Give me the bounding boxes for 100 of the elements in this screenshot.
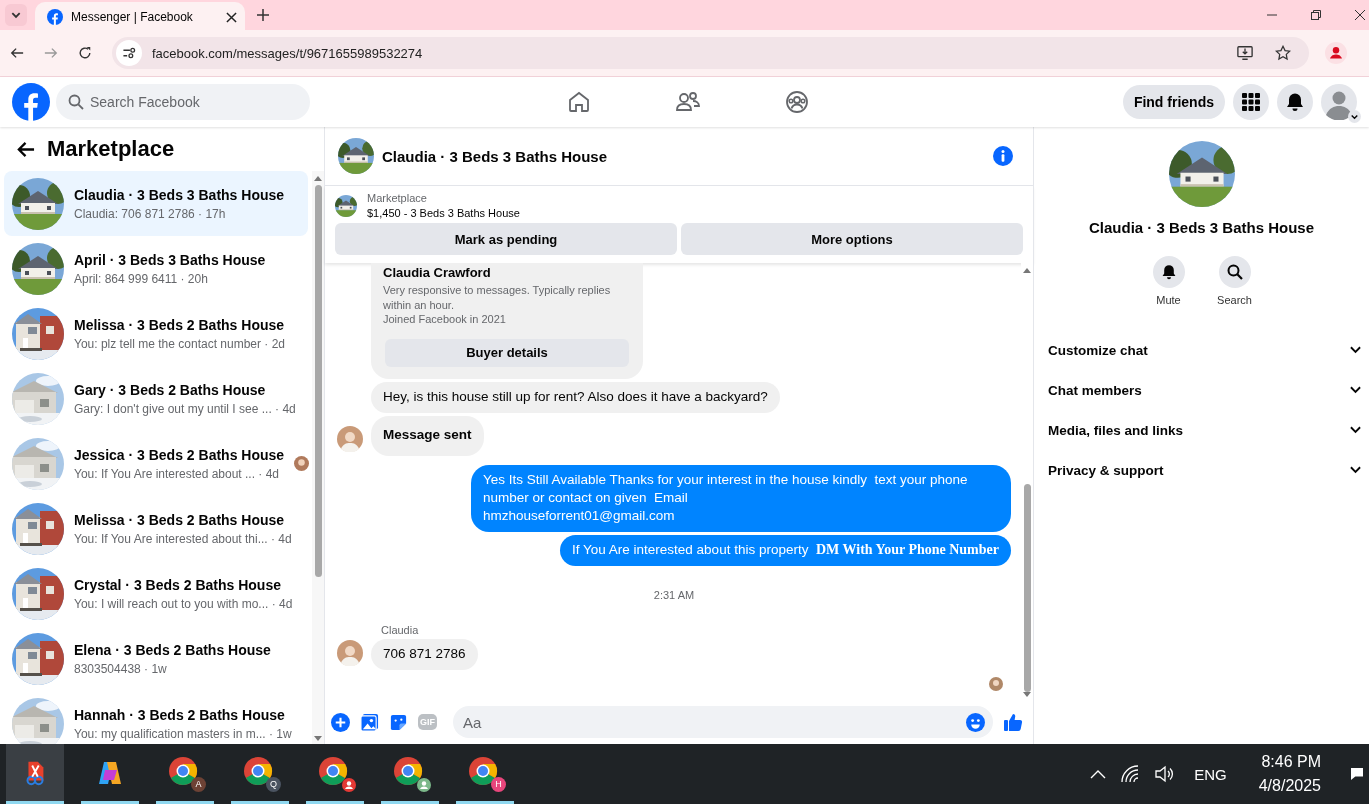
avatar-icon [1321, 84, 1357, 120]
profile-icon[interactable] [1325, 42, 1347, 64]
message-preview: You: plz tell me the contact number · 2d [74, 336, 286, 351]
action-label: Mute [1156, 294, 1181, 306]
chrome-icon [318, 755, 348, 786]
conversation-item[interactable]: Melissa · 3 Beds 2 Baths House You: plz tell me the contact number · 2d [4, 301, 308, 366]
conversation-name: Hannah · 3 Beds 2 Baths House [74, 706, 286, 723]
section-title: Media, files and links [1048, 422, 1184, 438]
section-title: Chat members [1048, 382, 1142, 398]
scroll-up-icon[interactable] [1023, 267, 1031, 273]
bell-icon [1160, 264, 1177, 280]
conversation-item[interactable]: April · 3 Beds 3 Baths House April: 864 999 6411 · 20h [4, 236, 308, 301]
buyer-details-button[interactable]: Buyer details [385, 338, 629, 367]
chrome-icon [468, 755, 498, 786]
back-arrow-icon[interactable] [10, 46, 24, 60]
buyer-description: Very responsive to messages. Typically replies within an hour. [383, 283, 612, 312]
message-preview: Claudia: 706 871 2786 · 17h [74, 206, 227, 221]
search-icon [68, 94, 84, 110]
restore-icon[interactable] [1311, 10, 1321, 20]
site-settings-icon[interactable] [116, 40, 142, 66]
section-header[interactable]: Privacy & support [1034, 450, 1369, 490]
taskbar-app[interactable] [6, 744, 64, 804]
message-preview: You: If You Are interested about ... · 4d [74, 466, 281, 481]
grid-icon [1242, 93, 1260, 111]
section-header[interactable]: Media, files and links [1034, 410, 1369, 450]
close-icon[interactable] [226, 11, 237, 23]
section-header[interactable]: Customize chat [1034, 330, 1369, 370]
browser-tab[interactable]: Messenger | Facebook [35, 2, 245, 32]
search-button[interactable] [1218, 256, 1251, 288]
message-input[interactable]: Aa [453, 706, 993, 738]
conversation-item[interactable]: Jessica · 3 Beds 2 Baths House You: If You Are interested about ... · 4d [4, 431, 308, 496]
chevron-up-icon[interactable] [1090, 769, 1107, 779]
message-preview: You: If You Are interested about thi... · 4d [74, 531, 293, 546]
tab-title: Messenger | Facebook [71, 10, 194, 24]
scrollbar-thumb[interactable] [1023, 484, 1031, 692]
clock-date[interactable]: 4/8/2025 [1258, 777, 1321, 795]
url-text: facebook.com/messages/t/9671655989532274 [152, 45, 423, 61]
wifi-icon[interactable] [1120, 765, 1141, 783]
sender-name: Claudia [381, 623, 419, 636]
reload-icon[interactable] [78, 46, 92, 60]
address-bar[interactable]: facebook.com/messages/t/9671655989532274 [112, 37, 1309, 69]
emoji-icon[interactable] [966, 712, 985, 732]
joined-text: Joined Facebook in 2021 [383, 312, 507, 327]
profile-badge: Q [266, 776, 281, 792]
thumbs-up-icon[interactable] [1003, 712, 1023, 732]
outgoing-message: Yes Its Still Available Thanks for your interest in the house kindly text your phone number or contact on given Email hmzhouseforrent01@gmail.com [471, 464, 1011, 532]
language-indicator[interactable]: ENG [1194, 765, 1227, 783]
listing-label: Marketplace [367, 192, 428, 204]
chevron-down-icon [1350, 466, 1361, 474]
taskbar-app[interactable]: H [456, 744, 514, 804]
chat-name: Claudia · 3 Beds 3 Baths House [1088, 219, 1315, 236]
facebook-logo-icon[interactable] [12, 83, 50, 121]
conversation-item[interactable]: Gary · 3 Beds 2 Baths House Gary: I don't give out my until I see ... · 4d [4, 366, 308, 431]
conversation-item[interactable]: Melissa · 3 Beds 2 Baths House You: If You Are interested about thi... · 4d [4, 496, 308, 561]
chevron-down-icon [1350, 386, 1361, 394]
scroll-up-icon[interactable] [314, 175, 322, 181]
plus-icon[interactable] [331, 712, 350, 732]
chevron-down-icon [1348, 110, 1361, 123]
listing-action-button[interactable]: More options [681, 223, 1023, 255]
star-icon[interactable] [1275, 45, 1291, 61]
install-app-icon[interactable] [1237, 45, 1253, 61]
conversation-item[interactable]: Elena · 3 Beds 2 Baths House 8303504438 · 1w [4, 626, 308, 691]
close-window-icon[interactable] [1355, 10, 1365, 20]
mute-button[interactable] [1152, 256, 1185, 288]
section-header[interactable]: Chat members [1034, 370, 1369, 410]
scroll-down-icon[interactable] [314, 736, 322, 742]
conversation-name: April · 3 Beds 3 Baths House [74, 251, 267, 268]
clock-time[interactable]: 8:46 PM [1261, 753, 1321, 771]
bell-icon [1285, 92, 1305, 112]
profile-badge: A [191, 776, 206, 792]
conversation-item[interactable]: Claudia · 3 Beds 3 Baths House Claudia: 706 871 2786 · 17h [4, 171, 308, 236]
speaker-icon[interactable] [1154, 765, 1175, 783]
back-arrow-icon[interactable] [16, 139, 35, 159]
find-friends-button[interactable]: Find friends [1122, 85, 1225, 119]
conversation-name: Crystal · 3 Beds 2 Baths House [74, 576, 282, 593]
search-field[interactable]: Search Facebook [56, 84, 310, 120]
message-preview: Gary: I don't give out my until I see ... · 4d [74, 401, 297, 416]
taskbar-app[interactable]: Q [231, 744, 289, 804]
conversation-name: Melissa · 3 Beds 2 Baths House [74, 316, 286, 333]
conversation-name: Claudia · 3 Beds 3 Baths House [74, 186, 286, 203]
conversation-item[interactable]: Crystal · 3 Beds 2 Baths House You: I will reach out to you with mo... · 4d [4, 561, 308, 626]
taskbar-app[interactable]: A [156, 744, 214, 804]
message-preview: 8303504438 · 1w [74, 661, 168, 676]
scrollbar-thumb[interactable] [314, 185, 322, 577]
notifications-button[interactable] [1277, 84, 1313, 120]
listing-action-button[interactable]: Mark as pending [335, 223, 677, 255]
sticker-icon[interactable] [389, 712, 408, 732]
friends-icon[interactable] [675, 90, 701, 114]
buyer-name: Claudia Crawford [383, 265, 492, 280]
tab-list-icon[interactable] [5, 4, 27, 26]
groups-icon[interactable] [785, 90, 809, 114]
new-tab-icon[interactable] [257, 9, 269, 21]
home-icon[interactable] [567, 90, 591, 114]
image-icon[interactable] [360, 712, 379, 732]
message-preview: You: my qualification masters in m... · 1w [74, 726, 293, 741]
conversation-name: Jessica · 3 Beds 2 Baths House [74, 446, 285, 463]
chevron-down-icon [1350, 426, 1361, 434]
menu-button[interactable] [1233, 84, 1269, 120]
incoming-message: Message sent [371, 415, 484, 456]
info-icon[interactable] [993, 146, 1013, 166]
